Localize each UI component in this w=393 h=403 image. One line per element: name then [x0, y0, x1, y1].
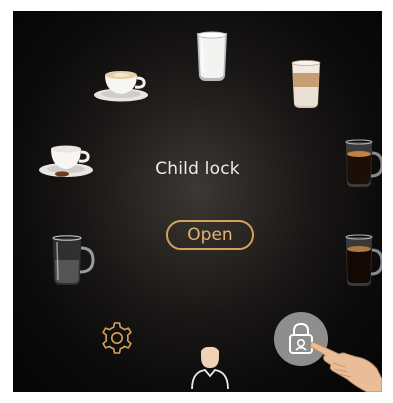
coffee-glass-icon[interactable]	[343, 233, 382, 289]
cappuccino-cup-icon[interactable]	[93, 67, 151, 103]
open-button[interactable]: Open	[166, 220, 254, 250]
child-lock-screen: Child lock Open	[13, 11, 382, 392]
settings-gear-icon[interactable]	[99, 320, 135, 356]
latte-macchiato-icon[interactable]	[289, 59, 323, 111]
pointing-hand-icon	[309, 341, 382, 392]
page-title: Child lock	[155, 159, 240, 179]
user-profile-icon[interactable]	[187, 338, 233, 390]
latte-glass-icon[interactable]	[194, 28, 230, 84]
hot-water-glass-icon[interactable]	[49, 234, 95, 288]
